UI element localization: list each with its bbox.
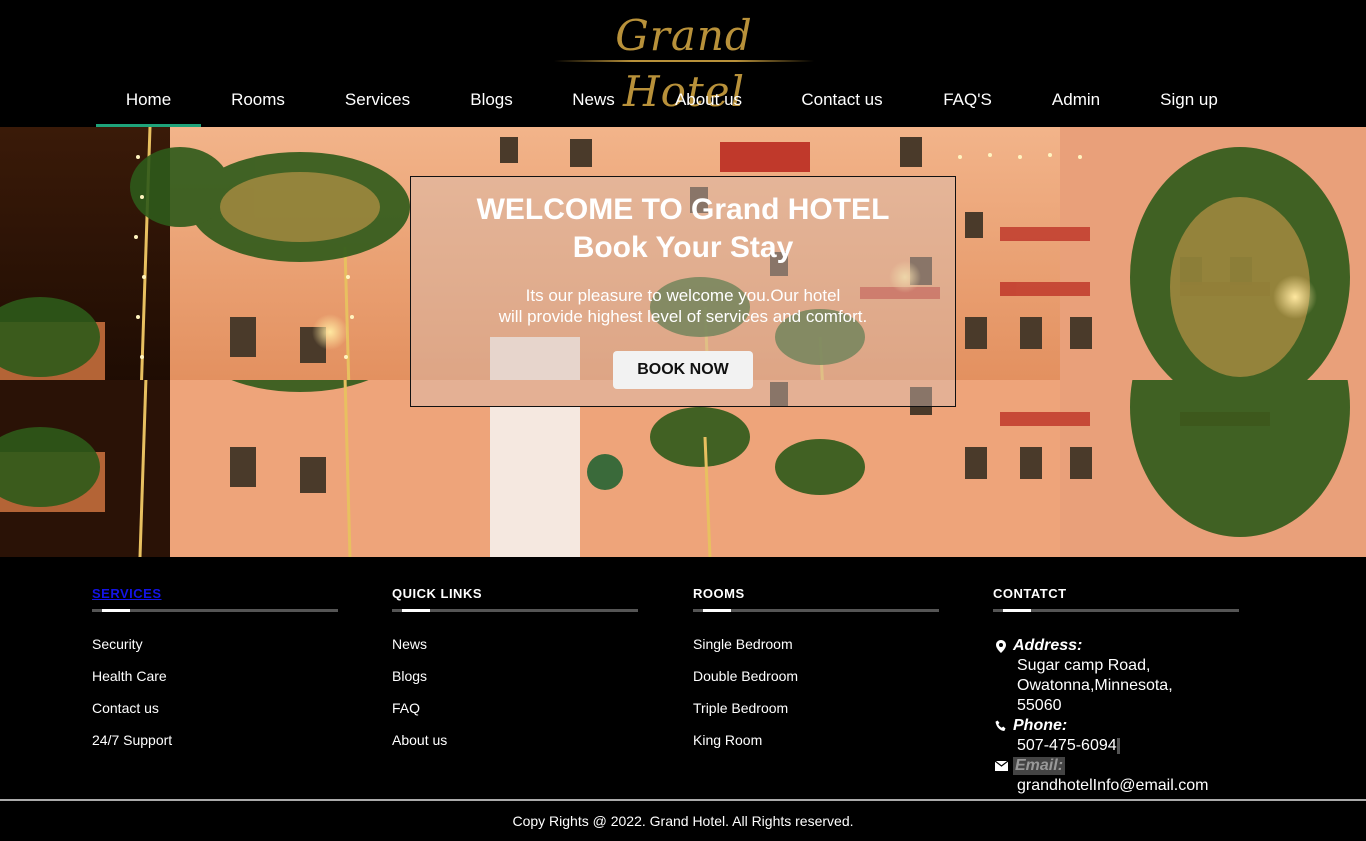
phone-number[interactable]: 507-475-6094 — [1017, 737, 1117, 754]
nav-sign-up[interactable]: Sign up — [1128, 72, 1250, 127]
phone-number-row: 507-475-6094 — [993, 736, 1283, 756]
heading-rule — [693, 609, 939, 612]
footer-link-double-bedroom[interactable]: Double Bedroom — [693, 668, 939, 700]
quick-links-heading: QUICK LINKS — [392, 586, 482, 601]
address-line1: Sugar camp Road, Owatonna,Minnesota, — [1017, 657, 1173, 694]
envelope-icon — [993, 761, 1009, 771]
address-label: Address: — [1013, 637, 1083, 654]
footer-link-contact-us[interactable]: Contact us — [92, 700, 338, 732]
nav-admin[interactable]: Admin — [1024, 72, 1128, 127]
welcome-title-line2: Book Your Stay — [572, 231, 794, 264]
nav-news[interactable]: News — [543, 72, 644, 127]
address-line2: 55060 — [1017, 697, 1062, 714]
footer-link-about-us[interactable]: About us — [392, 732, 638, 764]
hotel-logo[interactable]: Grand Hotel — [548, 8, 820, 116]
site-header: Grand Hotel Home Rooms Services Blogs Ne… — [0, 0, 1366, 127]
services-heading-link[interactable]: SERVICES — [92, 586, 162, 601]
email-address[interactable]: grandhotelInfo@email.com — [993, 776, 1283, 796]
quick-links-list: News Blogs FAQ About us — [392, 636, 638, 764]
phone-icon — [993, 720, 1009, 732]
logo-underline — [554, 60, 814, 62]
rooms-list: Single Bedroom Double Bedroom Triple Bed… — [693, 636, 939, 764]
nav-about-us[interactable]: About us — [644, 72, 773, 127]
services-list: Security Health Care Contact us 24/7 Sup… — [92, 636, 338, 764]
footer-contact-column: CONTATCT Address: Sugar camp Road, Owato… — [993, 585, 1323, 796]
hero-banner: WELCOME TO Grand HOTEL Book Your Stay It… — [0, 127, 1366, 557]
footer-link-security[interactable]: Security — [92, 636, 338, 668]
footer-rooms-column: ROOMS Single Bedroom Double Bedroom Trip… — [693, 585, 939, 764]
nav-faqs[interactable]: FAQ'S — [911, 72, 1024, 127]
welcome-panel: WELCOME TO Grand HOTEL Book Your Stay It… — [410, 176, 956, 407]
nav-blogs[interactable]: Blogs — [440, 72, 543, 127]
address-heading: Address: — [993, 636, 1323, 656]
nav-rooms[interactable]: Rooms — [201, 72, 315, 127]
contact-details: Address: Sugar camp Road, Owatonna,Minne… — [993, 636, 1323, 796]
footer-services-column: SERVICES Security Health Care Contact us… — [92, 585, 338, 764]
footer-link-support[interactable]: 24/7 Support — [92, 732, 338, 764]
footer-link-faq[interactable]: FAQ — [392, 700, 638, 732]
nav-services[interactable]: Services — [315, 72, 440, 127]
contact-heading: CONTATCT — [993, 586, 1067, 601]
nav-home[interactable]: Home — [96, 72, 201, 127]
footer-divider — [0, 799, 1366, 801]
text-selection-marker — [1116, 737, 1120, 754]
footer-quick-links-column: QUICK LINKS News Blogs FAQ About us — [392, 585, 638, 764]
book-now-button[interactable]: BOOK NOW — [613, 351, 753, 389]
heading-rule — [392, 609, 638, 612]
footer-link-health-care[interactable]: Health Care — [92, 668, 338, 700]
heading-rule — [92, 609, 338, 612]
phone-heading: Phone: — [993, 716, 1323, 736]
map-marker-icon — [993, 639, 1009, 653]
rooms-heading: ROOMS — [693, 586, 745, 601]
footer-link-single-bedroom[interactable]: Single Bedroom — [693, 636, 939, 668]
email-heading: Email: — [993, 756, 1323, 776]
footer-link-blogs[interactable]: Blogs — [392, 668, 638, 700]
welcome-subtitle-line1: Its our pleasure to welcome you.Our hote… — [525, 286, 841, 305]
nav-contact-us[interactable]: Contact us — [773, 72, 911, 127]
heading-rule — [993, 609, 1239, 612]
welcome-subtitle-line2: will provide highest level of services a… — [498, 307, 868, 326]
footer-link-triple-bedroom[interactable]: Triple Bedroom — [693, 700, 939, 732]
footer-link-king-room[interactable]: King Room — [693, 732, 939, 764]
phone-label: Phone: — [1013, 717, 1068, 734]
footer-link-news[interactable]: News — [392, 636, 638, 668]
copyright-text: Copy Rights @ 2022. Grand Hotel. All Rig… — [512, 813, 854, 829]
welcome-title-line1: WELCOME TO Grand HOTEL — [476, 193, 890, 226]
main-nav: Home Rooms Services Blogs News About us … — [96, 72, 1250, 127]
email-label: Email: — [1013, 757, 1066, 775]
site-footer: SERVICES Security Health Care Contact us… — [0, 557, 1366, 841]
